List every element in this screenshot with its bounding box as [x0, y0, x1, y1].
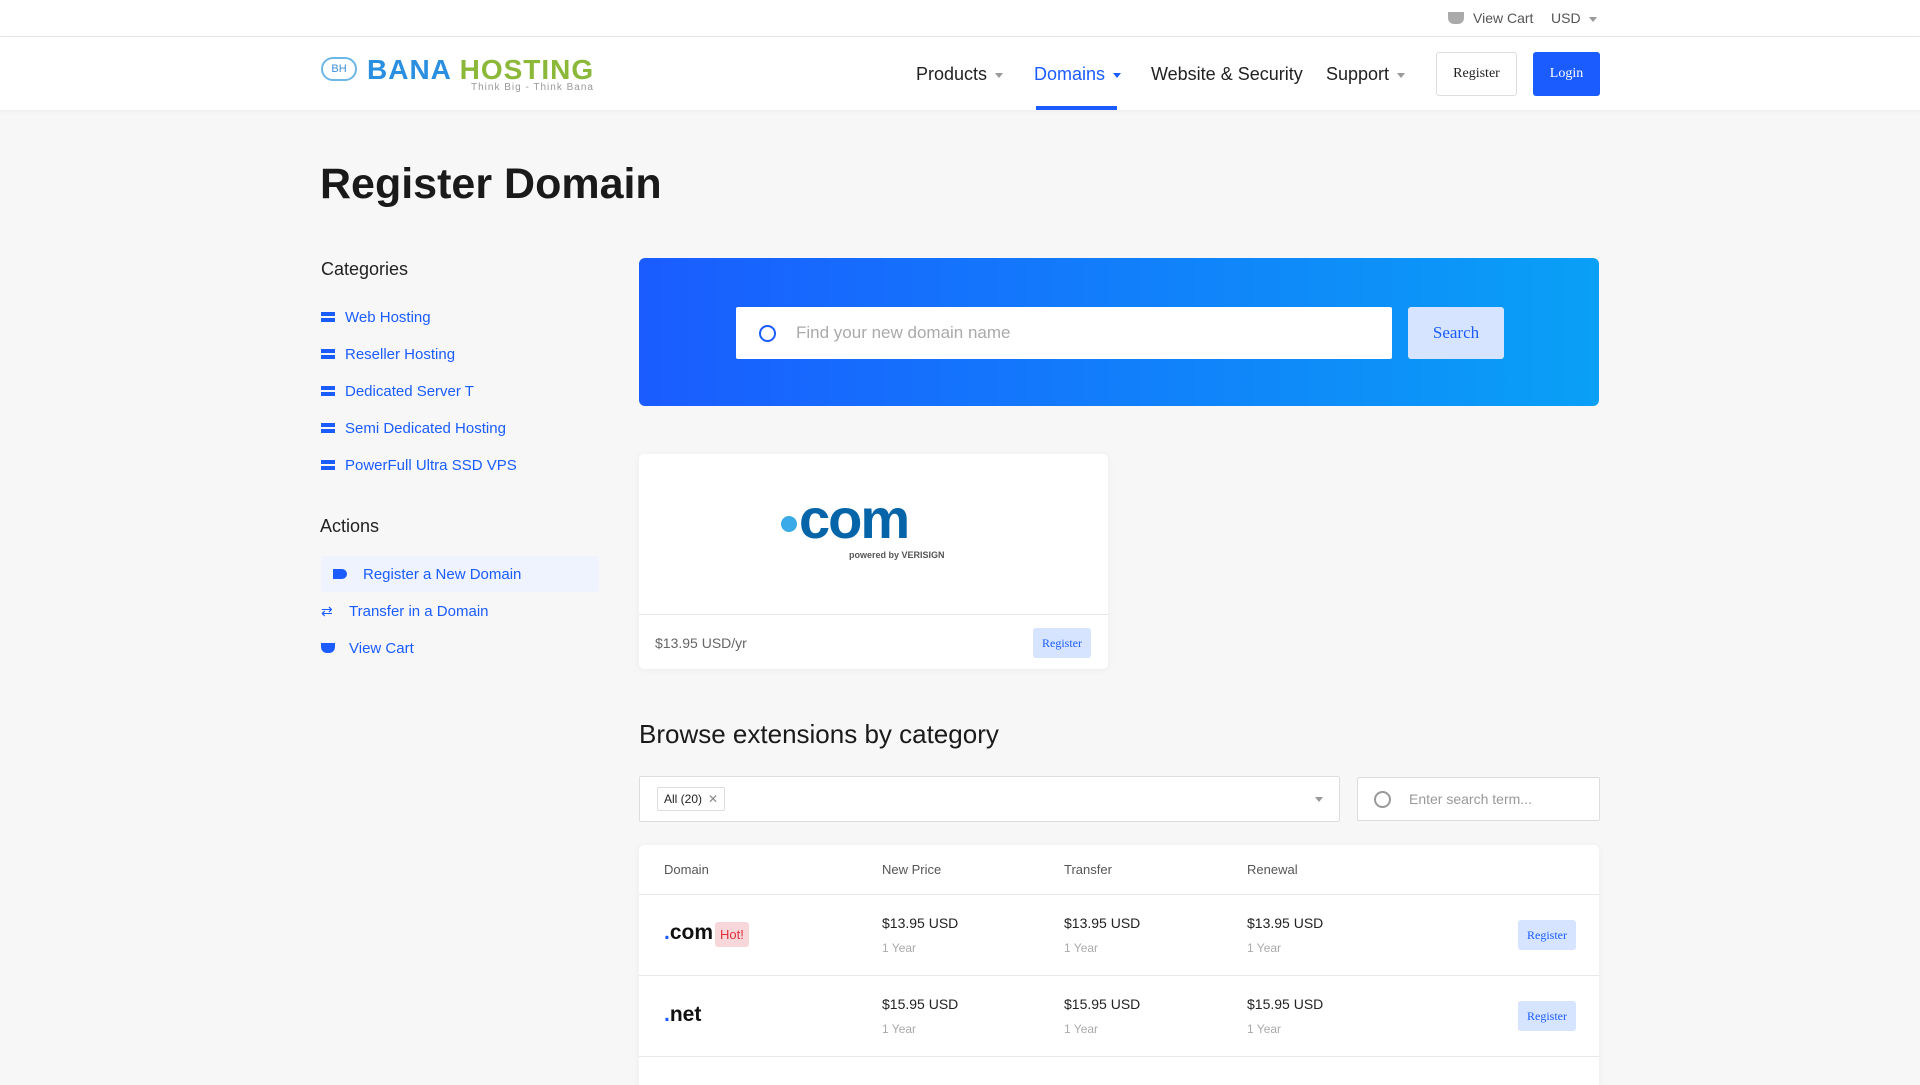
- view-cart-link[interactable]: View Cart: [1448, 10, 1533, 26]
- register-button[interactable]: Register: [1518, 1001, 1576, 1031]
- browse-heading: Browse extensions by category: [639, 719, 999, 749]
- featured-tld-card: com powered by VERISIGN $13.95 USD/yr Re…: [639, 454, 1108, 669]
- extension-search-input[interactable]: Enter search term...: [1357, 777, 1600, 821]
- search-icon: [759, 324, 776, 342]
- cart-icon: [1448, 12, 1464, 24]
- filter-tag-label: All (20): [664, 792, 703, 806]
- tag-icon: [333, 569, 347, 579]
- chevron-down-icon: [1397, 72, 1406, 78]
- column-header: Domain: [664, 862, 709, 877]
- divider: [639, 975, 1599, 976]
- search-icon: [1374, 790, 1391, 808]
- com-logo: com: [799, 487, 910, 550]
- column-header: Transfer: [1064, 862, 1112, 877]
- categories-heading: Categories: [321, 259, 409, 279]
- sidebar-label: Dedicated Server T: [345, 382, 474, 400]
- period: 1 Year: [1064, 941, 1099, 955]
- column-header: New Price: [882, 862, 942, 877]
- action-label: View Cart: [349, 639, 414, 657]
- period: 1 Year: [1247, 941, 1282, 955]
- page-title: Register Domain: [320, 160, 662, 208]
- close-icon[interactable]: ✕: [708, 792, 718, 806]
- transfer-price: $13.95 USD: [1064, 915, 1141, 931]
- sidebar-item-web-hosting[interactable]: Web Hosting: [321, 299, 599, 335]
- nav-website-security[interactable]: Website & Security: [1151, 64, 1303, 85]
- register-button[interactable]: Register: [1518, 920, 1576, 950]
- search-button[interactable]: Search: [1408, 307, 1504, 359]
- actions-heading: Actions: [320, 516, 380, 536]
- top-bar: View Cart USD: [0, 0, 1920, 37]
- sidebar-label: PowerFull Ultra SSD VPS: [345, 456, 517, 474]
- logo-text: BANA: [367, 54, 451, 85]
- featured-price: $13.95 USD/yr: [655, 635, 747, 651]
- logo[interactable]: BH BANA HOSTING Think Big - Think Bana: [321, 54, 601, 94]
- login-button[interactable]: Login: [1533, 52, 1600, 96]
- sidebar-item-ssd-vps[interactable]: PowerFull Ultra SSD VPS: [321, 447, 599, 483]
- view-cart-label: View Cart: [1473, 10, 1534, 26]
- tld-name: com: [669, 921, 714, 944]
- nav-label: Domains: [1034, 64, 1106, 84]
- domain-search-input[interactable]: Find your new domain name: [736, 307, 1392, 359]
- server-icon: [321, 386, 335, 396]
- category-filter-select[interactable]: All (20) ✕: [639, 776, 1340, 822]
- sidebar-item-reseller-hosting[interactable]: Reseller Hosting: [321, 336, 599, 372]
- action-register-domain[interactable]: Register a New Domain: [321, 556, 599, 592]
- divider: [639, 1056, 1599, 1057]
- filter-tag[interactable]: All (20) ✕: [657, 787, 726, 811]
- chevron-down-icon: [1113, 72, 1122, 78]
- server-icon: [321, 460, 335, 470]
- com-logo-dot: [781, 516, 797, 532]
- logo-tagline: Think Big - Think Bana: [471, 82, 594, 93]
- action-label: Transfer in a Domain: [349, 602, 489, 620]
- period: 1 Year: [1064, 1022, 1099, 1036]
- nav-products[interactable]: Products: [916, 64, 1004, 85]
- transfer-price: $15.95 USD: [1064, 996, 1141, 1012]
- verisign-logo-text: powered by VERISIGN: [849, 550, 945, 560]
- nav-support[interactable]: Support: [1326, 64, 1406, 85]
- chevron-down-icon: [995, 72, 1004, 78]
- nav-label: Products: [916, 64, 988, 84]
- period: 1 Year: [1247, 1022, 1282, 1036]
- action-label: Register a New Domain: [363, 565, 522, 583]
- column-header: Renewal: [1247, 862, 1298, 877]
- extensions-table: [639, 845, 1599, 1085]
- chevron-down-icon: [1588, 16, 1597, 22]
- sidebar-item-dedicated-server[interactable]: Dedicated Server T: [321, 373, 599, 409]
- search-placeholder: Enter search term...: [1409, 791, 1532, 807]
- nav-label: Website & Security: [1151, 64, 1303, 84]
- renewal-price: $15.95 USD: [1247, 996, 1324, 1012]
- sidebar-label: Semi Dedicated Hosting: [345, 419, 506, 437]
- action-transfer-domain[interactable]: ⇄ Transfer in a Domain: [321, 593, 599, 629]
- sidebar-label: Reseller Hosting: [345, 345, 456, 363]
- new-price: $15.95 USD: [882, 996, 959, 1012]
- chevron-down-icon: [1315, 797, 1323, 802]
- sidebar-label: Web Hosting: [345, 308, 431, 326]
- server-icon: [321, 312, 335, 322]
- basket-icon: [321, 643, 335, 653]
- renewal-price: $13.95 USD: [1247, 915, 1324, 931]
- logo-mark: BH: [321, 57, 357, 81]
- register-button[interactable]: Register: [1436, 52, 1517, 96]
- hot-badge: Hot!: [715, 922, 749, 947]
- divider: [639, 614, 1108, 615]
- tld-name: net: [669, 1003, 702, 1026]
- transfer-icon: ⇄: [321, 603, 333, 619]
- nav-label: Support: [1326, 64, 1390, 84]
- server-icon: [321, 423, 335, 433]
- currency-label: USD: [1551, 10, 1581, 26]
- featured-register-button[interactable]: Register: [1033, 628, 1091, 658]
- nav-domains[interactable]: Domains: [1034, 64, 1122, 85]
- active-indicator: [1036, 106, 1117, 110]
- new-price: $13.95 USD: [882, 915, 959, 931]
- logo-accent: HOSTING: [459, 54, 595, 85]
- currency-selector[interactable]: USD: [1551, 10, 1597, 26]
- sidebar-item-semi-dedicated[interactable]: Semi Dedicated Hosting: [321, 410, 599, 446]
- period: 1 Year: [882, 1022, 917, 1036]
- period: 1 Year: [882, 941, 917, 955]
- divider: [639, 894, 1599, 895]
- server-icon: [321, 349, 335, 359]
- search-placeholder: Find your new domain name: [796, 323, 1011, 342]
- action-view-cart[interactable]: View Cart: [321, 630, 599, 666]
